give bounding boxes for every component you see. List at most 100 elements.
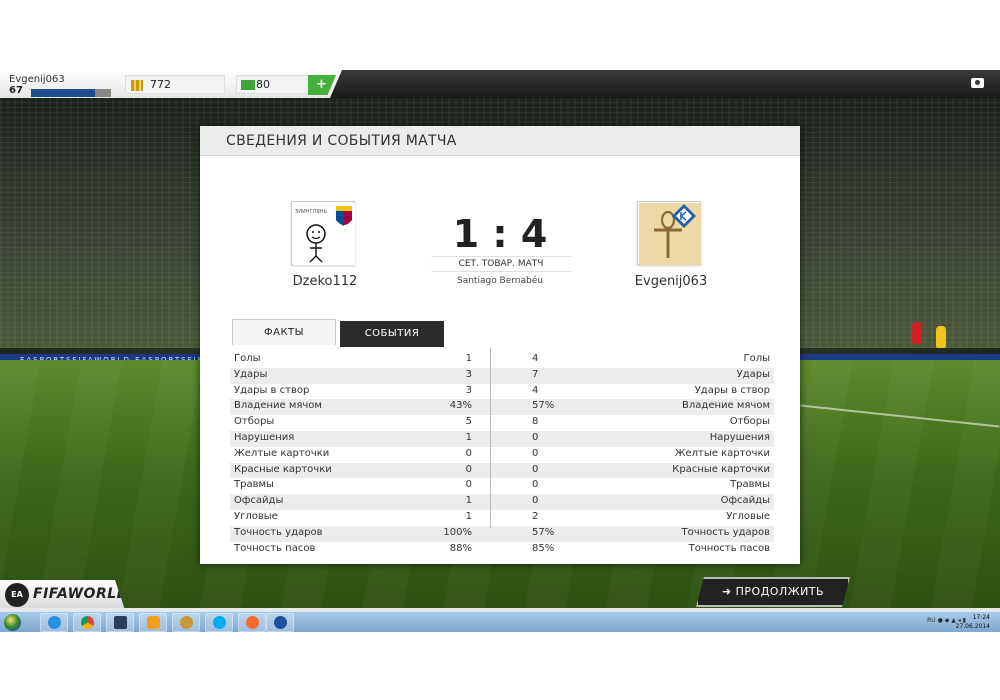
fifa-world-wordmark: FIFAWORLD [33, 586, 129, 602]
stat-value-away: 57% [532, 526, 555, 538]
stat-row: Владение мячом 43% 57% Владение мячом [230, 399, 774, 416]
stat-value-home: 1 [465, 353, 472, 364]
stat-row: Удары 3 7 Удары [230, 367, 774, 384]
stat-row: Красные карточки 0 0 Красные карточки [230, 462, 774, 479]
game-window: EASPORTSFIFAWORLD EASPORTSFIFAWORLD EASP… [0, 70, 1000, 632]
tab-facts[interactable]: ФАКТЫ [232, 319, 336, 345]
tab-events[interactable]: СОБЫТИЯ [340, 321, 444, 347]
xp-progress-bar [31, 89, 111, 97]
stat-value-away: 4 [532, 384, 539, 396]
stat-label-away: Владение мячом [682, 400, 770, 412]
stat-value-away: 4 [532, 353, 539, 364]
stat-label-home: Отборы [234, 416, 275, 428]
player-figure [936, 326, 946, 348]
taskbar-fifa-icon[interactable] [266, 613, 294, 632]
points-icon [241, 80, 255, 90]
stat-label-home: Удары [234, 368, 268, 380]
stat-row: Желтые карточки 0 0 Желтые карточки [230, 447, 774, 463]
stat-value-away: 8 [532, 416, 539, 428]
stat-value-away: 2 [532, 510, 539, 522]
stat-value-home: 0 [465, 463, 472, 475]
clock-time: 17:24 [972, 614, 990, 621]
stat-row: Точность ударов 100% 57% Точность ударов [230, 525, 774, 542]
stat-label-away: Красные карточки [672, 463, 770, 475]
taskbar-media-icon[interactable] [139, 613, 167, 632]
points-value: 80 [256, 78, 270, 91]
camera-icon[interactable] [971, 78, 984, 88]
taskbar-app-icon[interactable] [106, 613, 134, 632]
stat-value-away: 0 [532, 479, 539, 491]
stat-value-home: 0 [465, 447, 472, 459]
stat-value-away: 0 [532, 463, 539, 475]
username: Evgenij063 [9, 74, 65, 85]
stat-label-home: Офсайды [234, 495, 284, 507]
stat-value-away: 0 [532, 431, 539, 443]
stat-label-home: Владение мячом [234, 400, 322, 412]
top-bar-dark-section [330, 70, 1000, 98]
stat-row: Голы 1 4 Голы [230, 352, 774, 368]
taskbar-origin-icon[interactable] [238, 613, 266, 632]
stat-label-home: Голы [234, 353, 261, 364]
user-level: 67 [9, 85, 23, 96]
match-type: СЕТ. ТОВАР. МАТЧ [431, 256, 571, 272]
stat-value-away: 57% [532, 400, 555, 412]
stat-label-away: Нарушения [709, 431, 770, 443]
match-stats-table: Голы 1 4 Голы Удары 3 7 Удары Удары в створ 3 4 Уда… [230, 352, 774, 557]
stat-value-home: 0 [465, 479, 472, 491]
match-facts-panel: СВЕДЕНИЯ И СОБЫТИЯ МАТЧА ЗИИНГЛЯНЬ Dzeko… [200, 126, 800, 564]
stat-row: Отборы 5 8 Отборы [230, 415, 774, 431]
stat-label-away: Травмы [730, 479, 770, 491]
stats-divider [490, 348, 491, 528]
start-button[interactable] [4, 614, 21, 631]
panel-header: СВЕДЕНИЯ И СОБЫТИЯ МАТЧА [200, 126, 800, 156]
stat-label-home: Угловые [234, 510, 278, 522]
coins-icon [131, 80, 143, 91]
stat-label-away: Удары в створ [694, 384, 770, 396]
stat-value-home: 88% [449, 542, 472, 554]
taskbar-chrome-icon[interactable] [73, 613, 101, 632]
stat-label-away: Угловые [726, 510, 770, 522]
stat-label-home: Желтые карточки [234, 447, 330, 459]
stat-value-home: 1 [465, 510, 472, 522]
stat-value-home: 43% [449, 400, 472, 412]
stat-value-away: 0 [532, 495, 539, 507]
points-display: 80 [236, 75, 310, 94]
stat-label-home: Точность ударов [234, 526, 323, 538]
stat-row: Офсайды 1 0 Офсайды [230, 494, 774, 510]
xp-progress-fill [31, 89, 95, 97]
ea-sports-logo-icon: EA [5, 583, 29, 607]
stat-value-home: 5 [465, 416, 472, 428]
tray-language[interactable]: RU [927, 617, 936, 624]
stat-label-away: Отборы [729, 416, 770, 428]
fifa-world-logo: EA FIFAWORLD [0, 580, 125, 610]
taskbar-game-icon[interactable] [172, 613, 200, 632]
coins-display: 772 [125, 75, 225, 94]
taskbar-ie-icon[interactable] [40, 613, 68, 632]
continue-button[interactable]: ➜ ПРОДОЛЖИТЬ [696, 577, 850, 607]
panel-title: СВЕДЕНИЯ И СОБЫТИЯ МАТЧА [226, 133, 457, 149]
stat-label-away: Офсайды [720, 495, 770, 507]
add-points-button[interactable]: + [308, 75, 336, 95]
stat-row: Нарушения 1 0 Нарушения [230, 430, 774, 447]
stat-row: Травмы 0 0 Травмы [230, 478, 774, 494]
stat-label-home: Травмы [234, 479, 274, 491]
clock[interactable]: 17:24 27.06.2014 [956, 613, 990, 631]
player-figure [912, 322, 922, 344]
stadium-name: Santiago Bernabéu [457, 276, 543, 286]
user-profile[interactable]: Evgenij063 67 [5, 73, 115, 97]
stat-value-home: 3 [465, 384, 472, 396]
stat-value-home: 100% [443, 526, 472, 538]
stat-value-away: 0 [532, 447, 539, 459]
taskbar-skype-icon[interactable] [205, 613, 233, 632]
stat-label-home: Нарушения [234, 431, 295, 443]
stat-value-home: 1 [465, 431, 472, 443]
stat-label-away: Удары [736, 368, 770, 380]
stat-label-away: Голы [743, 353, 770, 364]
coins-value: 772 [150, 78, 171, 91]
top-bar: Evgenij063 67 772 80 + [0, 70, 1000, 98]
stat-value-home: 3 [465, 368, 472, 380]
stat-value-away: 7 [532, 368, 539, 380]
clock-date: 27.06.2014 [955, 623, 990, 630]
stat-row: Удары в створ 3 4 Удары в створ [230, 384, 774, 400]
stat-value-home: 1 [465, 495, 472, 507]
